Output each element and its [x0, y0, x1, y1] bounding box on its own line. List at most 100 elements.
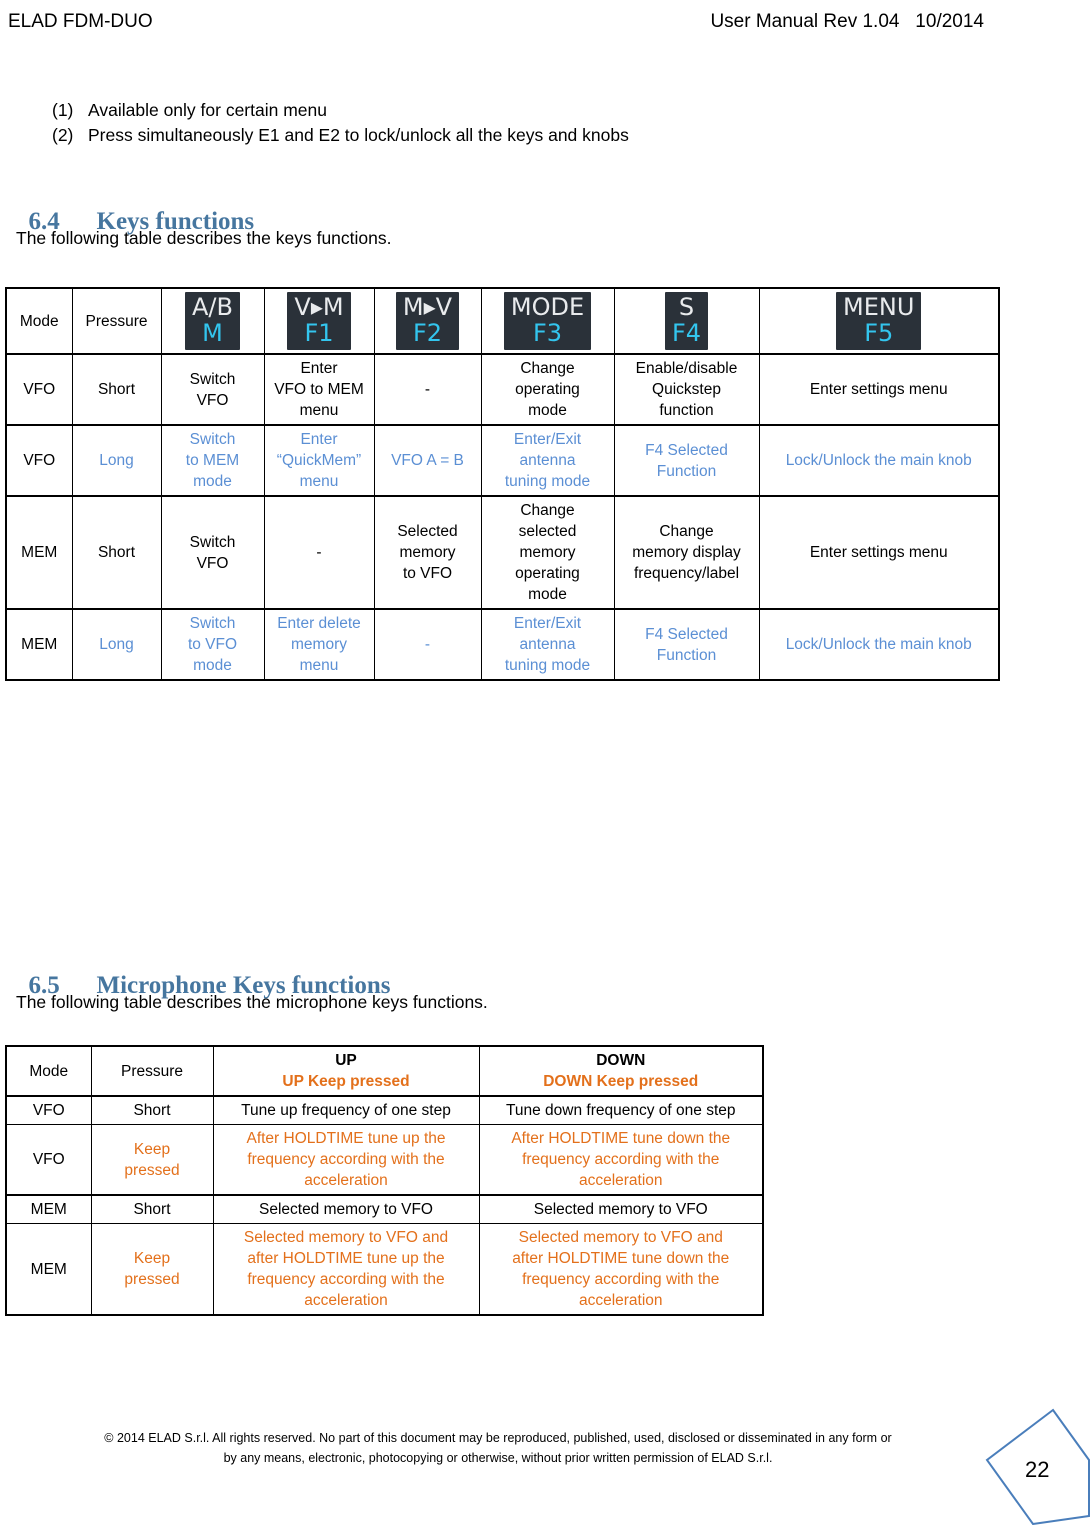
- keys-row-mode: MEM: [5, 608, 73, 681]
- keys-row-cell: Change operating mode: [480, 353, 615, 426]
- mic-row-up: Selected memory to VFO and after HOLDTIME…: [212, 1223, 480, 1316]
- keys-row-cell: Lock/Unlock the main knob: [758, 608, 1000, 681]
- keys-header-key-menu-f5-cell: MENU F5: [758, 287, 1000, 355]
- keys-header-pressure: Pressure: [71, 287, 162, 355]
- footnote-list: (1) Available only for certain menu (2) Pre…: [52, 98, 952, 148]
- keys-row-cell: Enable/disable Quickstep function: [613, 353, 760, 426]
- mic-row-up: Tune up frequency of one step: [212, 1095, 480, 1125]
- mic-row-pressure: Short: [90, 1194, 214, 1224]
- keys-row-cell: Enter “QuickMem” menu: [263, 424, 375, 497]
- mic-row-down: Selected memory to VFO: [478, 1194, 764, 1224]
- keys-header-key-v-to-m-f1-cell: V▸M F1: [263, 287, 375, 355]
- keys-table-row: VFO Long Switch to MEM mode Enter “QuickMem” me…: [5, 424, 1000, 497]
- keys-row-cell: Enter VFO to MEM menu: [263, 353, 375, 426]
- mic-header-up: UP UP Keep pressed: [212, 1045, 480, 1097]
- keys-row-pressure: Short: [71, 353, 162, 426]
- keys-row-pressure: Short: [71, 495, 162, 610]
- mic-row-pressure: Short: [90, 1095, 214, 1125]
- mic-row-mode: MEM: [5, 1223, 92, 1316]
- key-v-to-m-f1-secondary-label: F1: [304, 319, 334, 347]
- header-product-name: ELAD FDM-DUO: [8, 11, 153, 32]
- mic-row-mode: VFO: [5, 1124, 92, 1196]
- keys-row-cell: -: [373, 353, 482, 426]
- footer-line-1: © 2014 ELAD S.r.l. All rights reserved. …: [104, 1431, 892, 1445]
- keys-functions-table: Mode Pressure A/B M V▸M F1 M▸V F2 MODE F3 S F4 MENU F…: [5, 287, 1000, 681]
- page-number: 22: [1025, 1457, 1050, 1482]
- mic-header-up-keep-pressed-label: UP Keep pressed: [282, 1073, 410, 1090]
- key-m-to-v-f2-primary-label: M▸V: [402, 293, 453, 321]
- keys-table-header-row: Mode Pressure A/B M V▸M F1 M▸V F2 MODE F3 S F4 MENU F…: [5, 287, 1000, 355]
- keys-row-pressure: Long: [71, 608, 162, 681]
- section-intro-keys: The following table describes the keys f…: [16, 228, 392, 248]
- footnote-item: (1) Available only for certain menu: [52, 98, 952, 123]
- key-m-to-v-f2-secondary-label: F2: [412, 319, 443, 347]
- microphone-keys-functions-table: Mode Pressure UP UP Keep pressed DOWN DOWN Ke…: [5, 1045, 764, 1316]
- mic-header-down: DOWN DOWN Keep pressed: [478, 1045, 764, 1097]
- keys-row-cell: VFO A = B: [373, 424, 482, 497]
- keys-table-row: VFO Short Switch VFO Enter VFO to MEM menu - Cha…: [5, 353, 1000, 426]
- keys-row-cell: Switch to MEM mode: [160, 424, 265, 497]
- footer-copyright: © 2014 ELAD S.r.l. All rights reserved. …: [18, 1428, 978, 1468]
- mic-header-pressure: Pressure: [90, 1045, 214, 1097]
- keys-header-key-ab-m-cell: A/B M: [160, 287, 265, 355]
- keys-row-cell: Change memory display frequency/label: [613, 495, 760, 610]
- keys-row-cell: Enter settings menu: [758, 495, 1000, 610]
- keys-row-cell: Enter settings menu: [758, 353, 1000, 426]
- footnote-number: (1): [52, 100, 74, 120]
- keys-table-row: MEM Short Switch VFO - Selected memory to VFO Ch…: [5, 495, 1000, 610]
- key-mode-f3-icon: MODE F3: [503, 292, 592, 350]
- keys-header-key-s-f4-cell: S F4: [613, 287, 760, 355]
- keys-row-mode: VFO: [5, 353, 73, 426]
- key-menu-f5-secondary-label: F5: [864, 319, 894, 347]
- keys-row-cell: Enter delete memory menu: [263, 608, 375, 681]
- keys-header-mode: Mode: [5, 287, 73, 355]
- key-v-to-m-f1-primary-label: V▸M: [294, 293, 344, 321]
- mic-row-mode: VFO: [5, 1095, 92, 1125]
- keys-row-cell: F4 Selected Function: [613, 424, 760, 497]
- keys-row-cell: Change selected memory operating mode: [480, 495, 615, 610]
- mic-header-mode: Mode: [5, 1045, 92, 1097]
- keys-table-row: MEM Long Switch to VFO mode Enter delete memor…: [5, 608, 1000, 681]
- keys-header-key-m-to-v-f2-cell: M▸V F2: [373, 287, 482, 355]
- mic-row-mode: MEM: [5, 1194, 92, 1224]
- mic-header-down-short-label: DOWN: [596, 1052, 646, 1069]
- footer-line-2: by any means, electronic, photocopying o…: [223, 1451, 773, 1465]
- keys-row-cell: -: [263, 495, 375, 610]
- footnote-text: Available only for certain menu: [88, 100, 327, 120]
- mic-row-down: Tune down frequency of one step: [478, 1095, 764, 1125]
- footnote-text: Press simultaneously E1 and E2 to lock/u…: [88, 125, 629, 145]
- keys-row-cell: -: [373, 608, 482, 681]
- mic-row-up: Selected memory to VFO: [212, 1194, 480, 1224]
- footnote-number: (2): [52, 125, 74, 145]
- mic-row-down: Selected memory to VFO and after HOLDTIME…: [478, 1223, 764, 1316]
- key-ab-m-icon: A/B M: [185, 292, 240, 350]
- key-s-f4-secondary-label: F4: [671, 319, 702, 347]
- mic-table-row: MEM Short Selected memory to VFO Selected m…: [5, 1194, 764, 1224]
- keys-row-mode: MEM: [5, 495, 73, 610]
- mic-row-pressure: Keep pressed: [90, 1124, 214, 1196]
- mic-table-row: VFO Keep pressed After HOLDTIME tune up the…: [5, 1124, 764, 1196]
- key-ab-m-secondary-label: M: [202, 319, 223, 347]
- key-m-to-v-f2-icon: M▸V F2: [395, 292, 460, 350]
- key-s-f4-icon: S F4: [664, 292, 709, 350]
- key-s-f4-primary-label: S: [678, 293, 695, 321]
- mic-table-row: VFO Short Tune up frequency of one step Tun…: [5, 1095, 764, 1125]
- keys-row-cell: Enter/Exit antenna tuning mode: [480, 424, 615, 497]
- mic-table-row: MEM Keep pressed Selected memory to VFO and…: [5, 1223, 764, 1316]
- page-header: ELAD FDM-DUO User Manual Rev 1.04 10/201…: [8, 8, 1082, 36]
- keys-header-key-mode-f3-cell: MODE F3: [480, 287, 615, 355]
- keys-row-cell: Selected memory to VFO: [373, 495, 482, 610]
- keys-row-cell: Switch VFO: [160, 495, 265, 610]
- mic-header-down-keep-pressed-label: DOWN Keep pressed: [543, 1073, 699, 1090]
- keys-row-cell: Switch VFO: [160, 353, 265, 426]
- mic-row-up: After HOLDTIME tune up the frequency acco…: [212, 1124, 480, 1196]
- key-ab-m-primary-label: A/B: [192, 293, 233, 321]
- header-manual-revision: User Manual Rev 1.04 10/2014: [710, 11, 984, 32]
- mic-row-pressure: Keep pressed: [90, 1223, 214, 1316]
- key-mode-f3-primary-label: MODE: [510, 293, 585, 321]
- keys-row-cell: F4 Selected Function: [613, 608, 760, 681]
- keys-row-pressure: Long: [71, 424, 162, 497]
- keys-row-cell: Enter/Exit antenna tuning mode: [480, 608, 615, 681]
- keys-row-cell: Lock/Unlock the main knob: [758, 424, 1000, 497]
- key-menu-f5-icon: MENU F5: [836, 292, 922, 350]
